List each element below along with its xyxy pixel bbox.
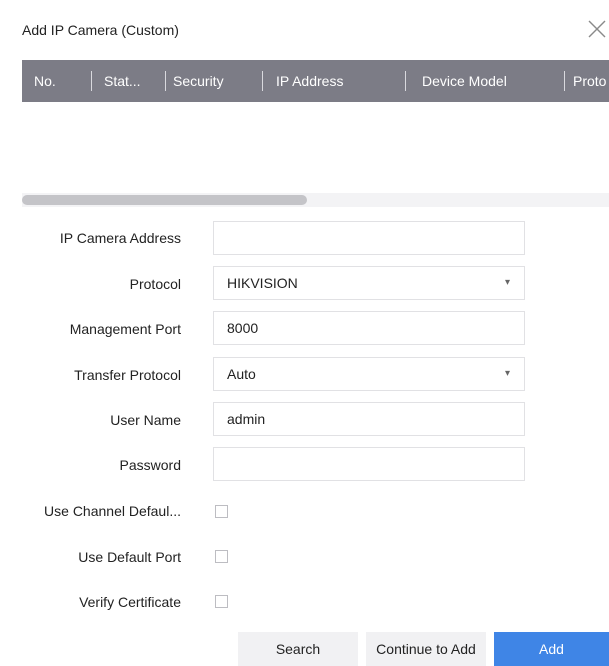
horizontal-scrollbar[interactable] bbox=[22, 193, 609, 207]
column-header-device-model[interactable]: Device Model bbox=[422, 60, 552, 102]
user-name-label: User Name bbox=[110, 412, 181, 428]
column-header-ip-address[interactable]: IP Address bbox=[276, 60, 406, 102]
chevron-down-icon: ▾ bbox=[504, 277, 510, 288]
user-name-input[interactable]: admin bbox=[213, 402, 525, 436]
column-header-protocol[interactable]: Proto bbox=[573, 60, 609, 102]
protocol-value: HIKVISION bbox=[227, 275, 298, 291]
dialog-title-bar: Add IP Camera (Custom) bbox=[0, 0, 609, 60]
use-default-port-checkbox[interactable] bbox=[215, 550, 228, 563]
column-header-status[interactable]: Stat... bbox=[104, 60, 164, 102]
use-channel-default-label: Use Channel Defaul... bbox=[44, 503, 181, 519]
dialog-title: Add IP Camera (Custom) bbox=[22, 22, 179, 38]
password-label: Password bbox=[119, 457, 181, 473]
management-port-label: Management Port bbox=[69, 321, 181, 337]
verify-certificate-checkbox[interactable] bbox=[215, 595, 228, 608]
chevron-down-icon: ▾ bbox=[504, 368, 510, 379]
column-header-no[interactable]: No. bbox=[34, 60, 84, 102]
management-port-input[interactable]: 8000 bbox=[213, 311, 525, 345]
verify-certificate-label: Verify Certificate bbox=[79, 594, 181, 610]
column-divider bbox=[405, 71, 406, 91]
ip-camera-address-input[interactable] bbox=[213, 221, 525, 255]
close-icon[interactable] bbox=[586, 18, 608, 40]
protocol-select[interactable]: HIKVISION ▾ bbox=[213, 266, 525, 300]
transfer-protocol-select[interactable]: Auto ▾ bbox=[213, 357, 525, 391]
column-divider bbox=[262, 71, 263, 91]
password-input[interactable] bbox=[213, 447, 525, 481]
continue-to-add-button[interactable]: Continue to Add bbox=[366, 632, 486, 666]
protocol-label: Protocol bbox=[129, 276, 181, 292]
column-divider bbox=[564, 71, 565, 91]
use-default-port-label: Use Default Port bbox=[78, 549, 181, 565]
device-table-body bbox=[22, 102, 609, 192]
device-table-header: No. Stat... Security IP Address Device M… bbox=[22, 60, 609, 102]
transfer-protocol-label: Transfer Protocol bbox=[74, 367, 181, 383]
ip-camera-address-label: IP Camera Address bbox=[59, 230, 181, 246]
use-channel-default-checkbox[interactable] bbox=[215, 505, 228, 518]
dialog-footer: Search Continue to Add Add bbox=[0, 632, 609, 666]
add-ip-camera-dialog: Add IP Camera (Custom) No. Stat... Secur… bbox=[0, 0, 609, 666]
column-divider bbox=[91, 71, 92, 91]
search-button[interactable]: Search bbox=[238, 632, 358, 666]
column-header-security[interactable]: Security bbox=[173, 60, 253, 102]
transfer-protocol-value: Auto bbox=[227, 366, 256, 382]
scrollbar-thumb[interactable] bbox=[22, 195, 307, 205]
add-button[interactable]: Add bbox=[494, 632, 609, 666]
column-divider bbox=[165, 71, 166, 91]
